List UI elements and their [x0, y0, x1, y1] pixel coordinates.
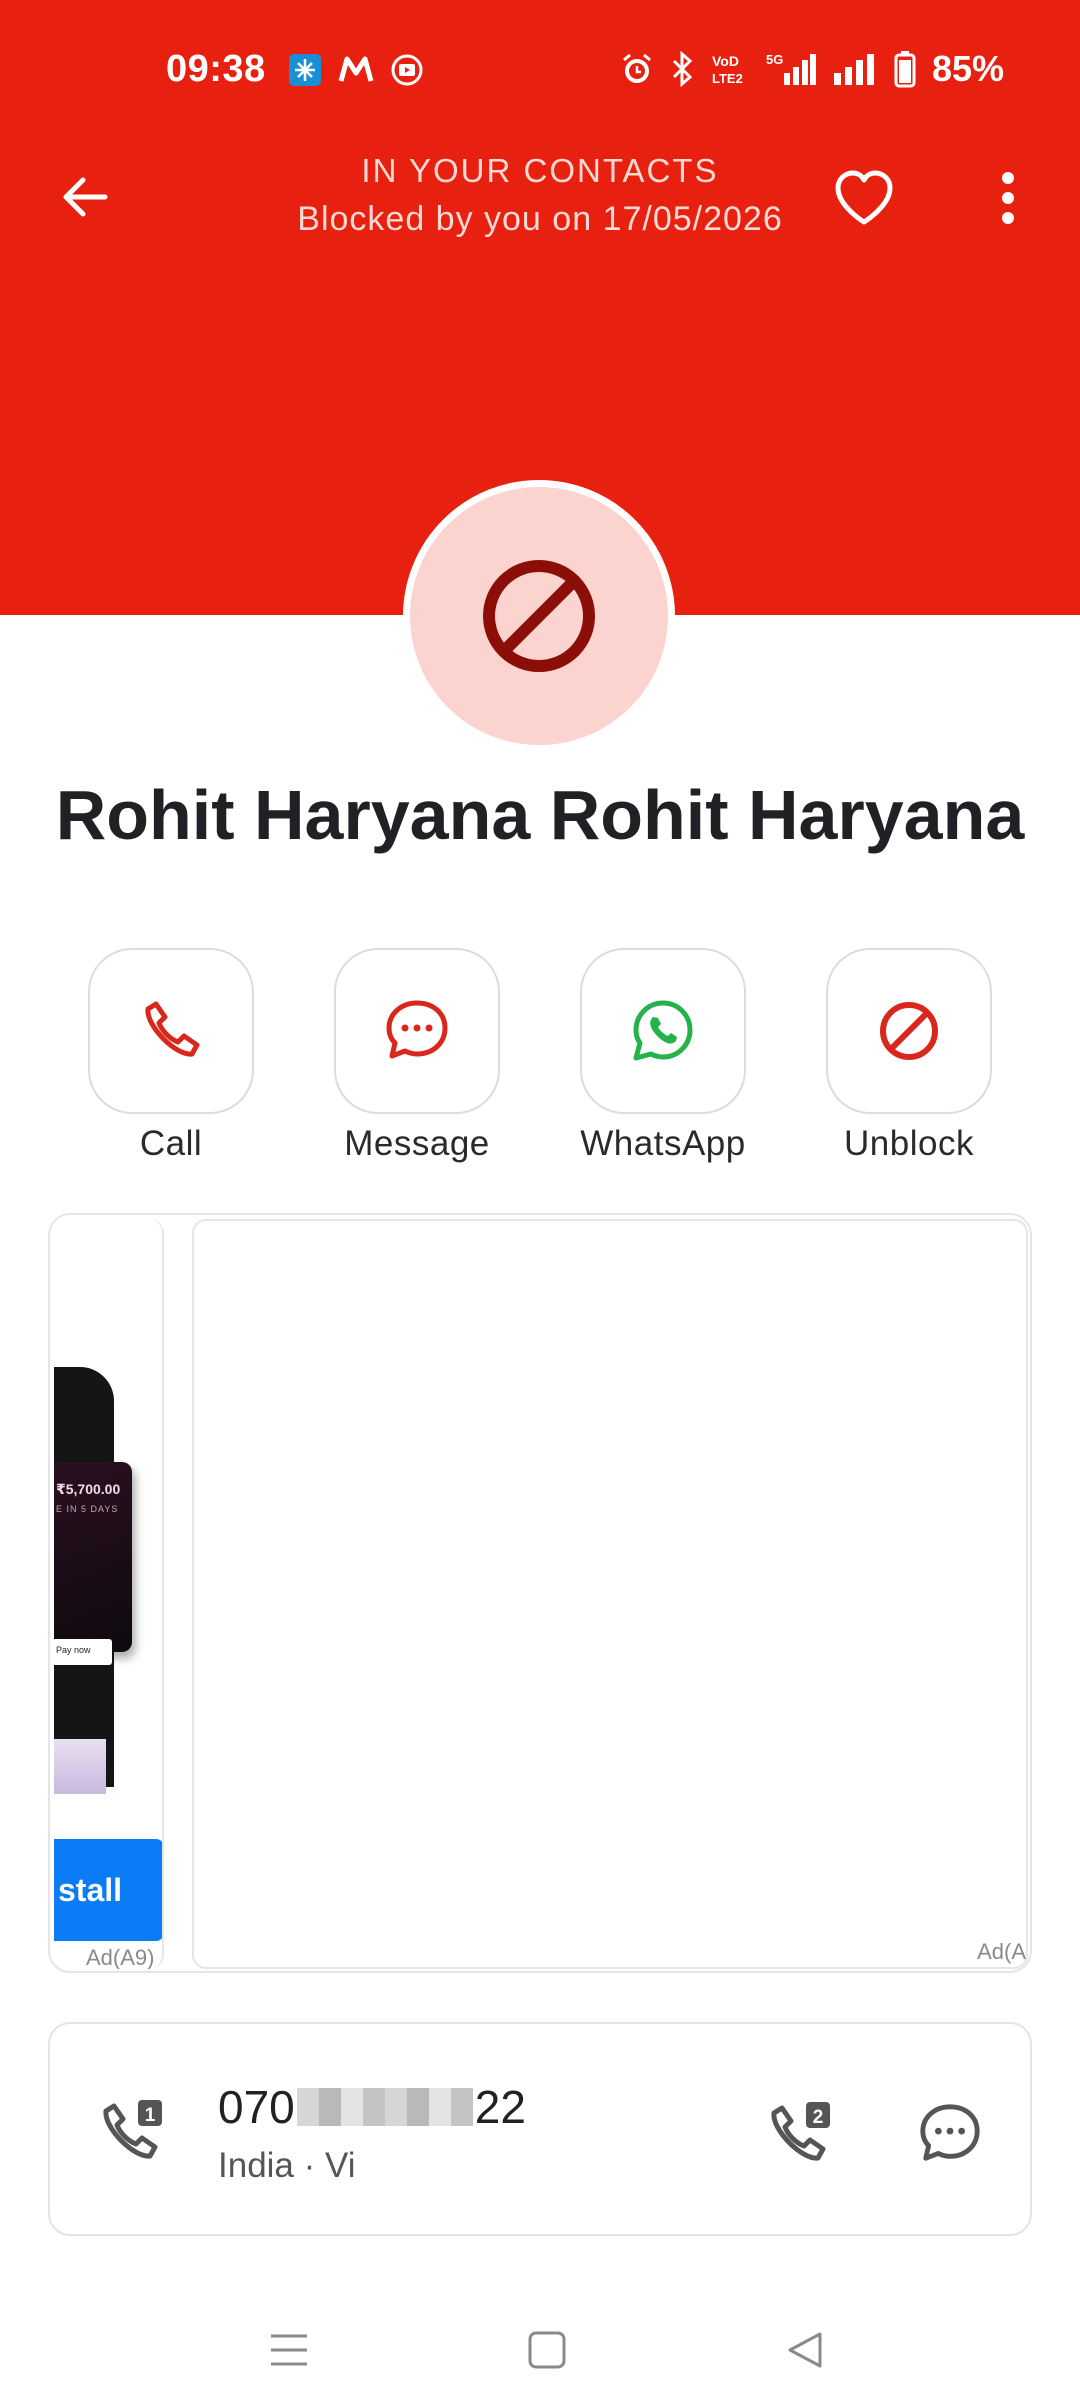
message-button[interactable] — [334, 948, 500, 1114]
message-label: Message — [344, 1124, 490, 1163]
svg-text:LTE2: LTE2 — [712, 71, 743, 86]
ad-amount: ₹5,700.00 — [56, 1481, 121, 1497]
ad-carousel[interactable]: ₹5,700.00 E IN 5 DAYS Pay now stall Ad(A… — [48, 1213, 1032, 1973]
ad-card-right[interactable]: Ad(A — [192, 1219, 1028, 1969]
contact-subtitle-top: IN YOUR CONTACTS — [361, 152, 719, 189]
status-bar: 09:38 VoD LTE2 5G 85% — [0, 0, 1080, 120]
phone-number-redacted — [296, 2088, 473, 2126]
system-nav-bar — [0, 2290, 1080, 2400]
phone-number-card[interactable]: 1 070 22 India · Vi 2 — [48, 2022, 1032, 2236]
sim1-call-icon: 1 — [103, 2100, 162, 2159]
home-square-icon — [528, 2331, 566, 2369]
sim2-call-icon: 2 — [771, 2102, 830, 2161]
whatsapp-button[interactable] — [580, 948, 746, 1114]
message-action[interactable]: Message — [317, 948, 517, 1164]
block-icon — [880, 1002, 938, 1060]
contact-status: IN YOUR CONTACTS Blocked by you on 17/05… — [200, 152, 880, 239]
heart-icon — [835, 170, 893, 225]
notification-icons — [288, 53, 424, 87]
call-label: Call — [139, 1124, 203, 1163]
signal-5g-icon: 5G — [766, 52, 816, 85]
message-icon — [386, 1000, 448, 1059]
battery-icon — [894, 51, 916, 88]
phone-number-suffix: 22 — [474, 2081, 526, 2133]
video-notification-icon — [391, 54, 423, 86]
recents-button[interactable] — [249, 2310, 329, 2390]
top-app-bar: IN YOUR CONTACTS Blocked by you on 17/05… — [0, 140, 1080, 250]
unblock-button[interactable] — [826, 948, 992, 1114]
blocked-date-text: Blocked by you on 17/05/2026 — [297, 200, 783, 238]
myntra-icon — [338, 56, 374, 82]
svg-text:2: 2 — [813, 2107, 824, 2128]
call-action[interactable]: Call — [71, 948, 271, 1164]
menu-icon — [271, 2334, 307, 2366]
ad-label: Ad(A9) — [86, 1945, 155, 1969]
whatsapp-action[interactable]: WhatsApp — [563, 948, 763, 1164]
alarm-icon — [622, 53, 651, 83]
back-triangle-icon — [788, 2332, 822, 2368]
sim2-call-button[interactable]: 2 — [764, 2094, 844, 2174]
unblock-action[interactable]: Unblock — [809, 948, 1009, 1164]
call-button[interactable] — [88, 948, 254, 1114]
whatsapp-label: WhatsApp — [580, 1124, 746, 1163]
contact-name: Rohit Haryana Rohit Haryana — [55, 776, 1025, 854]
whatsapp-icon — [633, 1000, 693, 1061]
favorite-button[interactable] — [828, 162, 900, 234]
svg-text:VoD: VoD — [712, 53, 739, 69]
battery-percentage: 85% — [931, 48, 1004, 89]
volte-icon: VoD LTE2 — [712, 53, 743, 86]
home-button[interactable] — [507, 2310, 587, 2390]
ad-small-text: E IN 5 DAYS — [56, 1504, 119, 1514]
svg-text:1: 1 — [145, 2105, 156, 2126]
ad-install-button[interactable]: stall — [54, 1839, 162, 1941]
back-nav-button[interactable] — [765, 2310, 845, 2390]
back-arrow-icon — [63, 177, 108, 217]
ad-card-left[interactable]: ₹5,700.00 E IN 5 DAYS Pay now stall Ad(A… — [54, 1219, 164, 1969]
avatar — [403, 480, 675, 752]
more-vert-icon — [1002, 172, 1014, 224]
phone-number: 070 22 — [218, 2080, 526, 2134]
ad-paynow: Pay now — [54, 1639, 112, 1665]
ad-label: Ad(A — [977, 1939, 1026, 1964]
blocked-avatar-icon — [483, 560, 595, 672]
unblock-label: Unblock — [844, 1124, 974, 1163]
back-button[interactable] — [50, 162, 120, 232]
svg-text:5G: 5G — [766, 52, 783, 67]
system-status-icons: VoD LTE2 5G 85% — [620, 48, 1004, 90]
app-notification-icon — [289, 54, 321, 86]
signal-icon — [833, 54, 874, 85]
phone-icon — [145, 1001, 200, 1057]
phone-carrier-info: India · Vi — [218, 2146, 356, 2185]
message-icon — [920, 2104, 980, 2161]
status-time: 09:38 — [166, 48, 266, 90]
phone-number-prefix: 070 — [218, 2081, 295, 2133]
sms-button[interactable] — [910, 2094, 990, 2174]
bluetooth-icon — [672, 51, 693, 87]
ad-phone-screen — [54, 1739, 106, 1794]
more-options-button[interactable] — [975, 162, 1041, 234]
